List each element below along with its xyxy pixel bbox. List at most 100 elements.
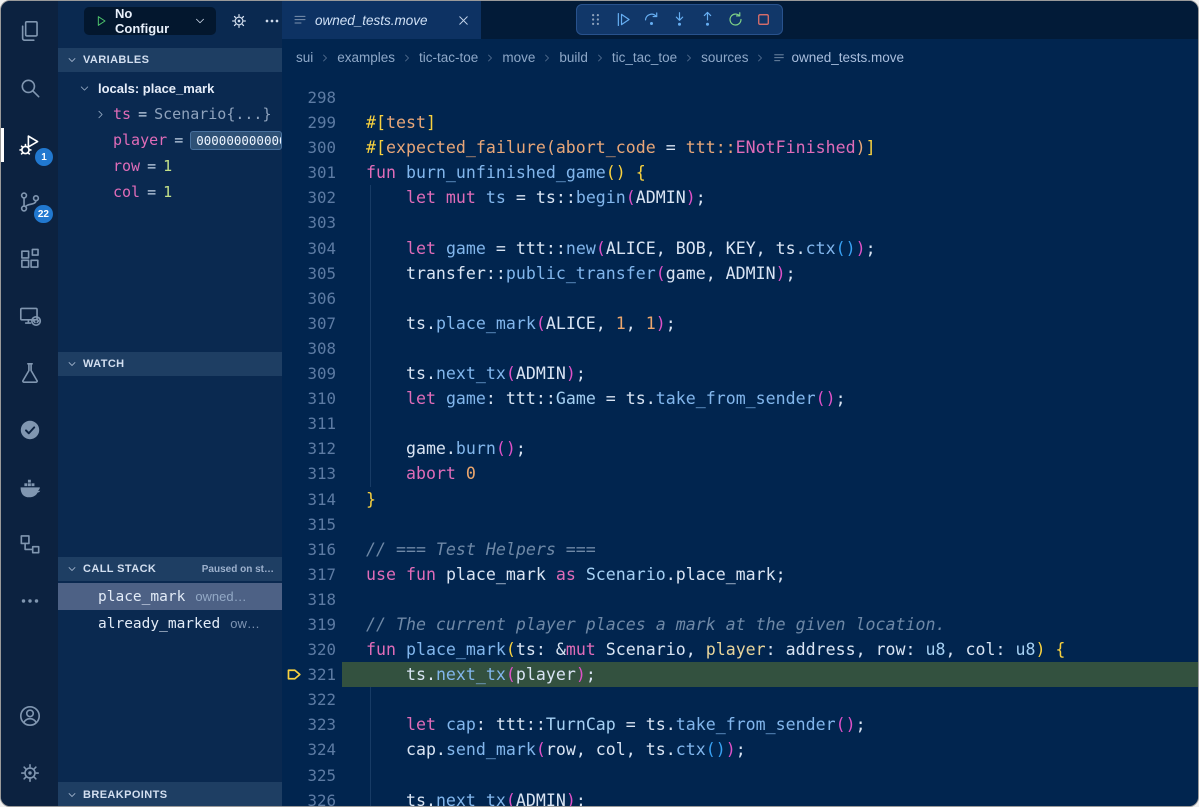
variable-value-selected[interactable]: 000000000000… <box>190 131 282 150</box>
code-line-content[interactable]: fun place_mark(ts: &mut Scenario, player… <box>342 637 1198 662</box>
code-line-content[interactable]: ts.next_tx(ADMIN); <box>342 788 1198 806</box>
code-line-content[interactable]: game.burn(); <box>342 436 1198 461</box>
variables-scope-row[interactable]: locals: place_mark <box>58 75 282 101</box>
gutter[interactable]: 318 <box>282 587 342 612</box>
callstack-section-header[interactable]: CALL STACK Paused on st… <box>58 557 282 581</box>
activity-bar-item-accounts[interactable] <box>1 692 58 740</box>
activity-bar-item-search[interactable] <box>1 64 58 112</box>
drag-handle-button[interactable] <box>586 10 605 29</box>
step-into-button[interactable] <box>670 10 689 29</box>
code-line-content[interactable]: fun burn_unfinished_game() { <box>342 160 1198 185</box>
gutter[interactable]: 311 <box>282 411 342 436</box>
activity-bar-item-explorer[interactable] <box>1 7 58 55</box>
activity-bar-item-remote-explorer[interactable] <box>1 292 58 340</box>
activity-bar-item-run-and-debug[interactable]: 1 <box>1 121 58 169</box>
start-debugging-icon[interactable] <box>93 13 109 29</box>
code-line-content[interactable]: let mut ts = ts::begin(ADMIN); <box>342 185 1198 210</box>
gutter[interactable]: 325 <box>282 763 342 788</box>
tab-owned-tests-move[interactable]: owned_tests.move <box>282 1 481 39</box>
code-line-content[interactable]: #[test] <box>342 110 1198 135</box>
gutter[interactable]: 319 <box>282 612 342 637</box>
code-line-304[interactable]: 304 let game = ttt::new(ALICE, BOB, KEY,… <box>282 236 1198 261</box>
code-line-content[interactable] <box>342 587 1198 612</box>
launch-config-dropdown[interactable]: No Configur <box>84 7 216 35</box>
gutter[interactable]: 320 <box>282 637 342 662</box>
code-line-319[interactable]: 319// The current player places a mark a… <box>282 612 1198 637</box>
gutter[interactable]: 303 <box>282 210 342 235</box>
code-line-content[interactable]: let game = ttt::new(ALICE, BOB, KEY, ts.… <box>342 236 1198 261</box>
code-line-content[interactable]: // The current player places a mark at t… <box>342 612 1198 637</box>
code-line-content[interactable]: // === Test Helpers === <box>342 537 1198 562</box>
code-line-312[interactable]: 312 game.burn(); <box>282 436 1198 461</box>
gutter[interactable]: 316 <box>282 537 342 562</box>
gutter[interactable]: 313 <box>282 461 342 486</box>
code-line-301[interactable]: 301fun burn_unfinished_game() { <box>282 160 1198 185</box>
variables-section-header[interactable]: VARIABLES <box>58 48 282 72</box>
code-line-315[interactable]: 315 <box>282 512 1198 537</box>
gutter[interactable]: 315 <box>282 512 342 537</box>
watch-section-header[interactable]: WATCH <box>58 352 282 376</box>
restart-button[interactable] <box>726 10 745 29</box>
activity-bar-item-containers[interactable] <box>1 520 58 568</box>
code-line-305[interactable]: 305 transfer::public_transfer(game, ADMI… <box>282 261 1198 286</box>
code-line-content[interactable]: let game: ttt::Game = ts.take_from_sende… <box>342 386 1198 411</box>
gutter[interactable]: 314 <box>282 487 342 512</box>
stop-button[interactable] <box>754 10 773 29</box>
code-line-content[interactable]: ts.next_tx(ADMIN); <box>342 361 1198 386</box>
gutter[interactable]: 298 <box>282 85 342 110</box>
code-line-318[interactable]: 318 <box>282 587 1198 612</box>
gutter[interactable]: 307 <box>282 311 342 336</box>
close-tab-icon[interactable] <box>456 13 471 28</box>
code-line-323[interactable]: 323 let cap: ttt::TurnCap = ts.take_from… <box>282 712 1198 737</box>
code-line-321[interactable]: 321 ts.next_tx(player); <box>282 662 1198 687</box>
breadcrumb-item[interactable]: tic-tac-toe <box>419 50 478 65</box>
code-line-309[interactable]: 309 ts.next_tx(ADMIN); <box>282 361 1198 386</box>
gutter[interactable]: 321 <box>282 662 342 687</box>
activity-bar-item-more-views[interactable] <box>1 577 58 625</box>
code-line-299[interactable]: 299#[test] <box>282 110 1198 135</box>
activity-bar-item-settings[interactable] <box>1 749 58 797</box>
code-line-content[interactable]: let cap: ttt::TurnCap = ts.take_from_sen… <box>342 712 1198 737</box>
code-line-content[interactable]: ts.next_tx(player); <box>342 662 1198 687</box>
variable-row-player[interactable]: player = 000000000000… <box>58 127 282 153</box>
variable-row-row[interactable]: row = 1 <box>58 153 282 179</box>
gutter[interactable]: 309 <box>282 361 342 386</box>
step-over-button[interactable] <box>642 10 661 29</box>
code-line-311[interactable]: 311 <box>282 411 1198 436</box>
gutter[interactable]: 304 <box>282 236 342 261</box>
code-area[interactable]: 298299#[test]300#[expected_failure(abort… <box>282 76 1198 806</box>
code-line-content[interactable]: ts.place_mark(ALICE, 1, 1); <box>342 311 1198 336</box>
gutter[interactable]: 302 <box>282 185 342 210</box>
debug-settings-gear-icon[interactable] <box>229 11 249 31</box>
code-line-307[interactable]: 307 ts.place_mark(ALICE, 1, 1); <box>282 311 1198 336</box>
breadcrumb-item[interactable]: sources <box>701 50 748 65</box>
code-line-322[interactable]: 322 <box>282 687 1198 712</box>
breakpoints-section-header[interactable]: BREAKPOINTS <box>58 782 282 806</box>
activity-bar-item-extensions[interactable] <box>1 235 58 283</box>
code-line-content[interactable]: use fun place_mark as Scenario.place_mar… <box>342 562 1198 587</box>
gutter[interactable]: 324 <box>282 737 342 762</box>
code-line-317[interactable]: 317use fun place_mark as Scenario.place_… <box>282 562 1198 587</box>
code-line-320[interactable]: 320fun place_mark(ts: &mut Scenario, pla… <box>282 637 1198 662</box>
step-out-button[interactable] <box>698 10 717 29</box>
gutter[interactable]: 300 <box>282 135 342 160</box>
code-line-content[interactable]: abort 0 <box>342 461 1198 486</box>
code-line-306[interactable]: 306 <box>282 286 1198 311</box>
code-line-308[interactable]: 308 <box>282 336 1198 361</box>
gutter[interactable]: 312 <box>282 436 342 461</box>
gutter[interactable]: 301 <box>282 160 342 185</box>
code-line-326[interactable]: 326 ts.next_tx(ADMIN); <box>282 788 1198 806</box>
code-line-316[interactable]: 316// === Test Helpers === <box>282 537 1198 562</box>
gutter[interactable]: 299 <box>282 110 342 135</box>
code-line-325[interactable]: 325 <box>282 763 1198 788</box>
activity-bar-item-docker[interactable] <box>1 463 58 511</box>
activity-bar-item-source-control[interactable]: 22 <box>1 178 58 226</box>
gutter[interactable]: 323 <box>282 712 342 737</box>
debug-more-actions-icon[interactable] <box>262 11 282 31</box>
code-line-content[interactable] <box>342 210 1198 235</box>
activity-bar-item-tasks[interactable] <box>1 406 58 454</box>
gutter[interactable]: 305 <box>282 261 342 286</box>
code-line-content[interactable] <box>342 687 1198 712</box>
variable-row-col[interactable]: col = 1 <box>58 179 282 205</box>
code-line-content[interactable] <box>342 286 1198 311</box>
